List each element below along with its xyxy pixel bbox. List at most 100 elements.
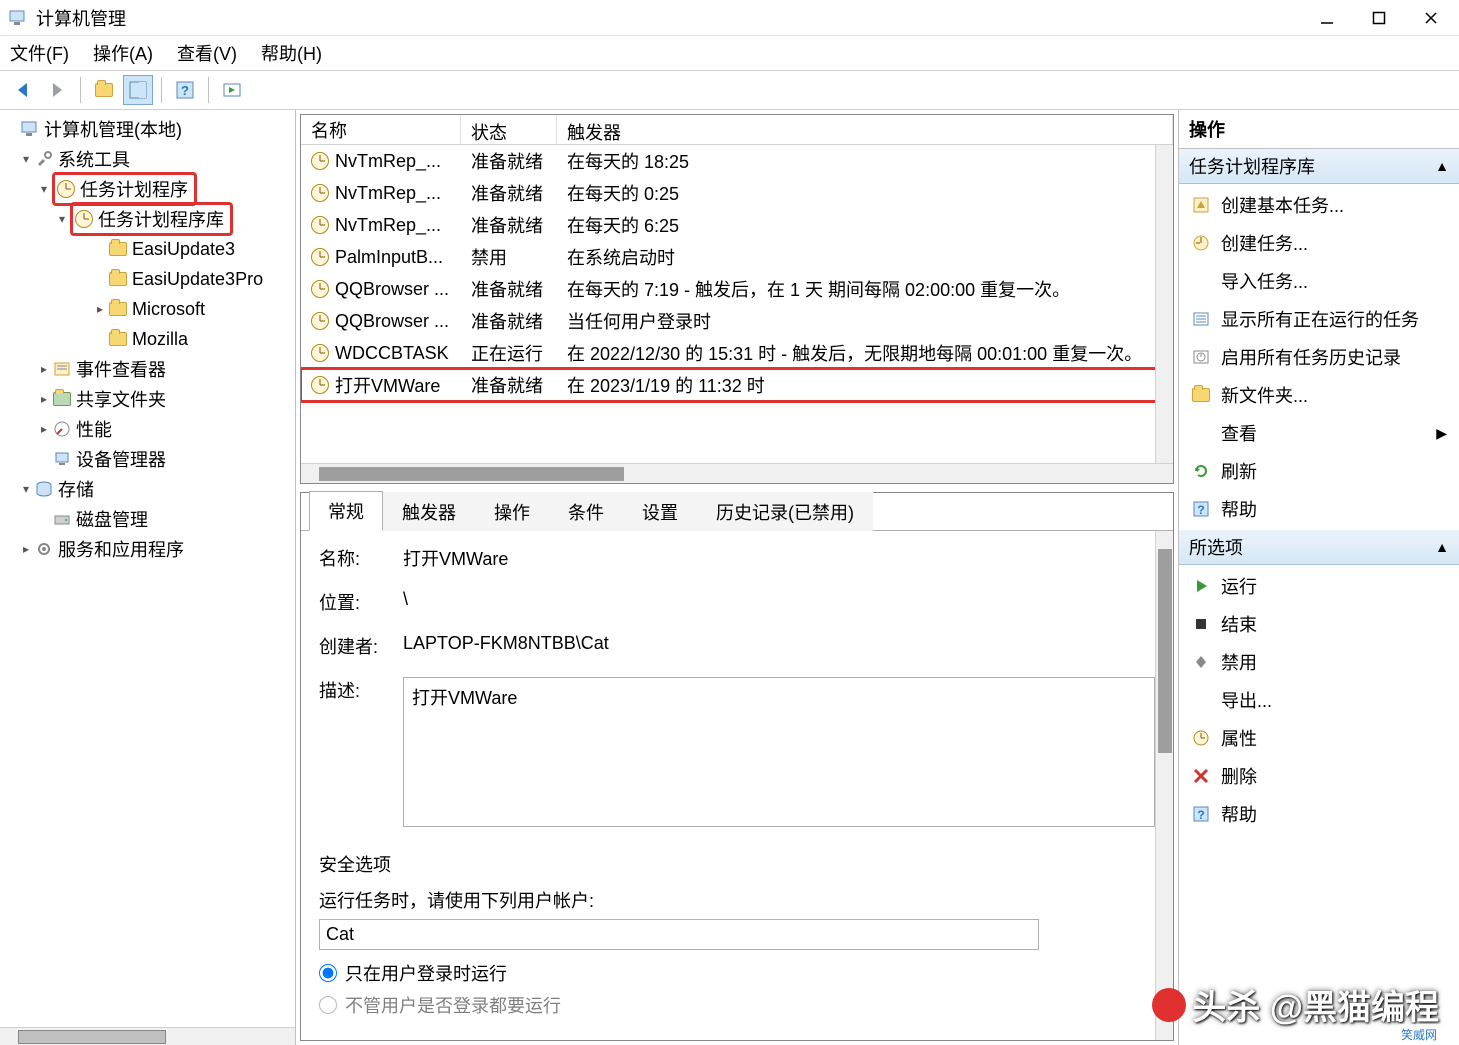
tree-lib-item[interactable]: ▸Microsoft (2, 294, 293, 324)
tree-lib-item[interactable]: EasiUpdate3Pro (2, 264, 293, 294)
clock-icon (311, 248, 329, 266)
blank-icon (1191, 690, 1211, 710)
minimize-button[interactable] (1315, 6, 1339, 30)
maximize-button[interactable] (1367, 6, 1391, 30)
col-trigger[interactable]: 触发器 (557, 115, 1173, 144)
task-row[interactable]: QQBrowser ...准备就绪当任何用户登录时 (301, 305, 1173, 337)
tab-history[interactable]: 历史记录(已禁用) (697, 492, 873, 531)
menubar: 文件(F) 操作(A) 查看(V) 帮助(H) (0, 36, 1459, 70)
detail-v-scrollbar[interactable] (1155, 531, 1173, 1040)
up-button[interactable] (89, 75, 119, 105)
menu-file[interactable]: 文件(F) (10, 40, 69, 66)
value-description[interactable]: 打开VMWare (403, 677, 1155, 827)
tab-general[interactable]: 常规 (309, 491, 383, 531)
shared-folders-icon (52, 389, 72, 409)
tree-shared-folders[interactable]: ▸共享文件夹 (2, 384, 293, 414)
action-item[interactable]: 删除 (1179, 757, 1459, 795)
folder-icon (95, 83, 113, 97)
clock-icon (311, 312, 329, 330)
tree-device-manager[interactable]: 设备管理器 (2, 444, 293, 474)
task-row[interactable]: QQBrowser ...准备就绪在每天的 7:19 - 触发后，在 1 天 期… (301, 273, 1173, 305)
services-icon (34, 539, 54, 559)
tree-h-scrollbar[interactable] (0, 1027, 295, 1045)
tasklist-v-scrollbar[interactable] (1155, 145, 1173, 463)
close-button[interactable] (1419, 6, 1443, 30)
radio-any[interactable]: 不管用户是否登录都要运行 (319, 996, 1155, 1014)
col-name[interactable]: 名称 (301, 115, 461, 144)
tree-disk-mgmt[interactable]: 磁盘管理 (2, 504, 293, 534)
svg-text:?: ? (181, 83, 189, 98)
task-row[interactable]: NvTmRep_...准备就绪在每天的 18:25 (301, 145, 1173, 177)
clock-icon (311, 344, 329, 362)
folder-icon (1191, 385, 1211, 405)
tree-event-viewer[interactable]: ▸事件查看器 (2, 354, 293, 384)
menu-help[interactable]: 帮助(H) (261, 40, 322, 66)
action-item[interactable]: 属性 (1179, 719, 1459, 757)
action-item[interactable]: 禁用 (1179, 643, 1459, 681)
action-item[interactable]: ?帮助 (1179, 490, 1459, 528)
toolbar-extra-button[interactable] (217, 75, 247, 105)
action-item[interactable]: 显示所有正在运行的任务 (1179, 300, 1459, 338)
help-button[interactable]: ? (170, 75, 200, 105)
radio-logged-on[interactable]: 只在用户登录时运行 (319, 960, 1155, 986)
tree-task-scheduler[interactable]: ▾任务计划程序 (2, 174, 293, 204)
mid-pane: 名称 状态 触发器 NvTmRep_...准备就绪在每天的 18:25NvTmR… (296, 110, 1179, 1045)
action-item[interactable]: 导出... (1179, 681, 1459, 719)
task-row[interactable]: WDCCBTASK正在运行在 2022/12/30 的 15:31 时 - 触发… (301, 337, 1173, 369)
action-item[interactable]: 刷新 (1179, 452, 1459, 490)
tree-lib-item[interactable]: Mozilla (2, 324, 293, 354)
action-item[interactable]: 运行 (1179, 567, 1459, 605)
tree-performance[interactable]: ▸性能 (2, 414, 293, 444)
submenu-arrow-icon: ▶ (1436, 425, 1447, 442)
security-title: 安全选项 (319, 851, 1155, 877)
show-action-pane-button[interactable] (123, 75, 153, 105)
tab-settings[interactable]: 设置 (623, 492, 697, 531)
label-location: 位置: (319, 589, 383, 615)
tab-actions[interactable]: 操作 (475, 492, 549, 531)
tree-task-library[interactable]: ▾任务计划程序库 (2, 204, 293, 234)
history-icon (1191, 347, 1211, 367)
forward-button[interactable] (42, 75, 72, 105)
action-item[interactable]: 结束 (1179, 605, 1459, 643)
action-item[interactable]: 创建任务... (1179, 224, 1459, 262)
task-list: 名称 状态 触发器 NvTmRep_...准备就绪在每天的 18:25NvTmR… (300, 114, 1174, 484)
tree-root[interactable]: 计算机管理(本地) (2, 114, 293, 144)
list-icon (1191, 309, 1211, 329)
tab-conditions[interactable]: 条件 (549, 492, 623, 531)
action-item[interactable]: 新文件夹... (1179, 376, 1459, 414)
tasklist-h-scrollbar[interactable] (301, 463, 1173, 483)
task-row[interactable]: NvTmRep_...准备就绪在每天的 0:25 (301, 177, 1173, 209)
actions-section-library[interactable]: 任务计划程序库▲ (1179, 149, 1459, 184)
task-row[interactable]: PalmInputB...禁用在系统启动时 (301, 241, 1173, 273)
clock-icon (311, 280, 329, 298)
action-item[interactable]: 创建基本任务... (1179, 186, 1459, 224)
action-item[interactable]: ?帮助 (1179, 795, 1459, 833)
clock-icon (311, 152, 329, 170)
tree-system-tools[interactable]: ▾系统工具 (2, 144, 293, 174)
action-item[interactable]: 导入任务... (1179, 262, 1459, 300)
task-row[interactable]: NvTmRep_...准备就绪在每天的 6:25 (301, 209, 1173, 241)
radio-logged-on-input[interactable] (319, 964, 337, 982)
tree-services-apps[interactable]: ▸服务和应用程序 (2, 534, 293, 564)
props-icon (1191, 728, 1211, 748)
col-state[interactable]: 状态 (461, 115, 557, 144)
storage-icon (34, 479, 54, 499)
menu-view[interactable]: 查看(V) (177, 40, 237, 66)
back-button[interactable] (8, 75, 38, 105)
tab-triggers[interactable]: 触发器 (383, 492, 475, 531)
play-icon (1191, 576, 1211, 596)
action-item[interactable]: 查看▶ (1179, 414, 1459, 452)
radio-any-input[interactable] (319, 996, 337, 1014)
app-icon (8, 8, 28, 28)
menu-action[interactable]: 操作(A) (93, 40, 153, 66)
event-viewer-icon (52, 359, 72, 379)
wizard-icon (1191, 195, 1211, 215)
tree-lib-item[interactable]: EasiUpdate3 (2, 234, 293, 264)
new-icon (1191, 233, 1211, 253)
task-row[interactable]: 打开VMWare准备就绪在 2023/1/19 的 11:32 时 (301, 369, 1173, 401)
window-title: 计算机管理 (36, 5, 1315, 31)
tree-storage[interactable]: ▾存储 (2, 474, 293, 504)
action-item[interactable]: 启用所有任务历史记录 (1179, 338, 1459, 376)
actions-section-selected[interactable]: 所选项▲ (1179, 530, 1459, 565)
folder-icon (108, 269, 128, 289)
